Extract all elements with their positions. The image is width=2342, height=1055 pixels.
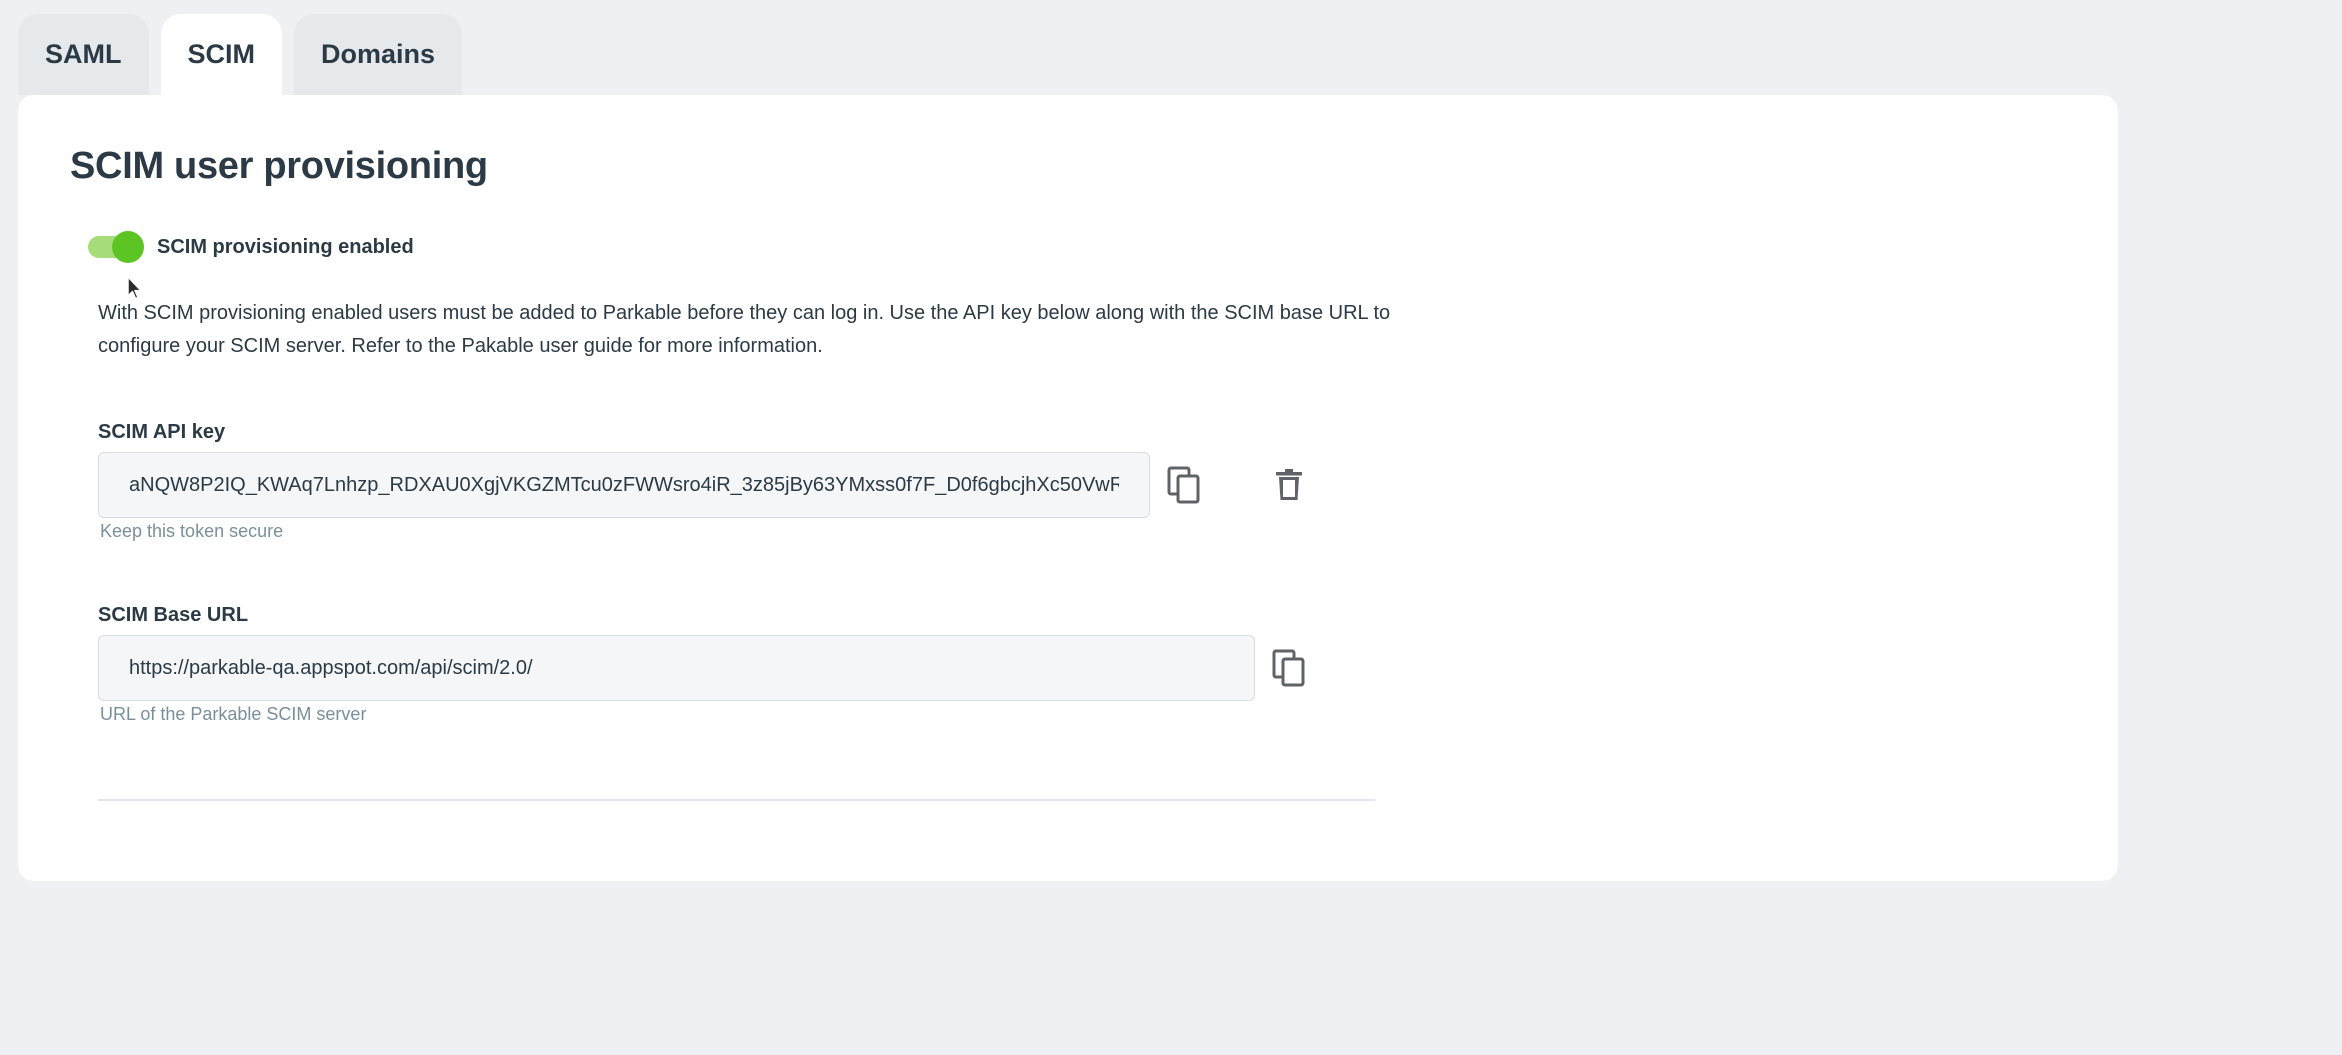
tab-scim[interactable]: SCIM xyxy=(160,14,282,95)
page-title: SCIM user provisioning xyxy=(70,145,488,187)
api-key-input[interactable] xyxy=(98,452,1150,518)
api-key-label: SCIM API key xyxy=(98,421,226,443)
delete-api-key-button[interactable] xyxy=(1269,465,1309,505)
scim-description: With SCIM provisioning enabled users mus… xyxy=(98,302,1391,357)
copy-icon xyxy=(1272,649,1305,687)
copy-base-url-button[interactable] xyxy=(1269,648,1309,688)
tab-bar: SAML SCIM Domains xyxy=(18,14,463,95)
toggle-label: SCIM provisioning enabled xyxy=(157,236,414,258)
scim-panel: SCIM user provisioning SCIM provisioning… xyxy=(18,95,2118,881)
api-key-helper: Keep this token secure xyxy=(100,521,284,541)
copy-icon xyxy=(1167,466,1200,504)
tab-saml[interactable]: SAML xyxy=(18,14,149,95)
section-divider xyxy=(98,799,1375,801)
toggle-knob xyxy=(112,231,144,263)
base-url-helper: URL of the Parkable SCIM server xyxy=(100,704,367,724)
tab-domains[interactable]: Domains xyxy=(294,14,463,95)
base-url-input[interactable] xyxy=(98,635,1255,701)
scim-provisioning-toggle[interactable] xyxy=(88,229,146,265)
copy-api-key-button[interactable] xyxy=(1164,465,1204,505)
base-url-label: SCIM Base URL xyxy=(98,604,249,626)
trash-icon xyxy=(1276,469,1302,500)
